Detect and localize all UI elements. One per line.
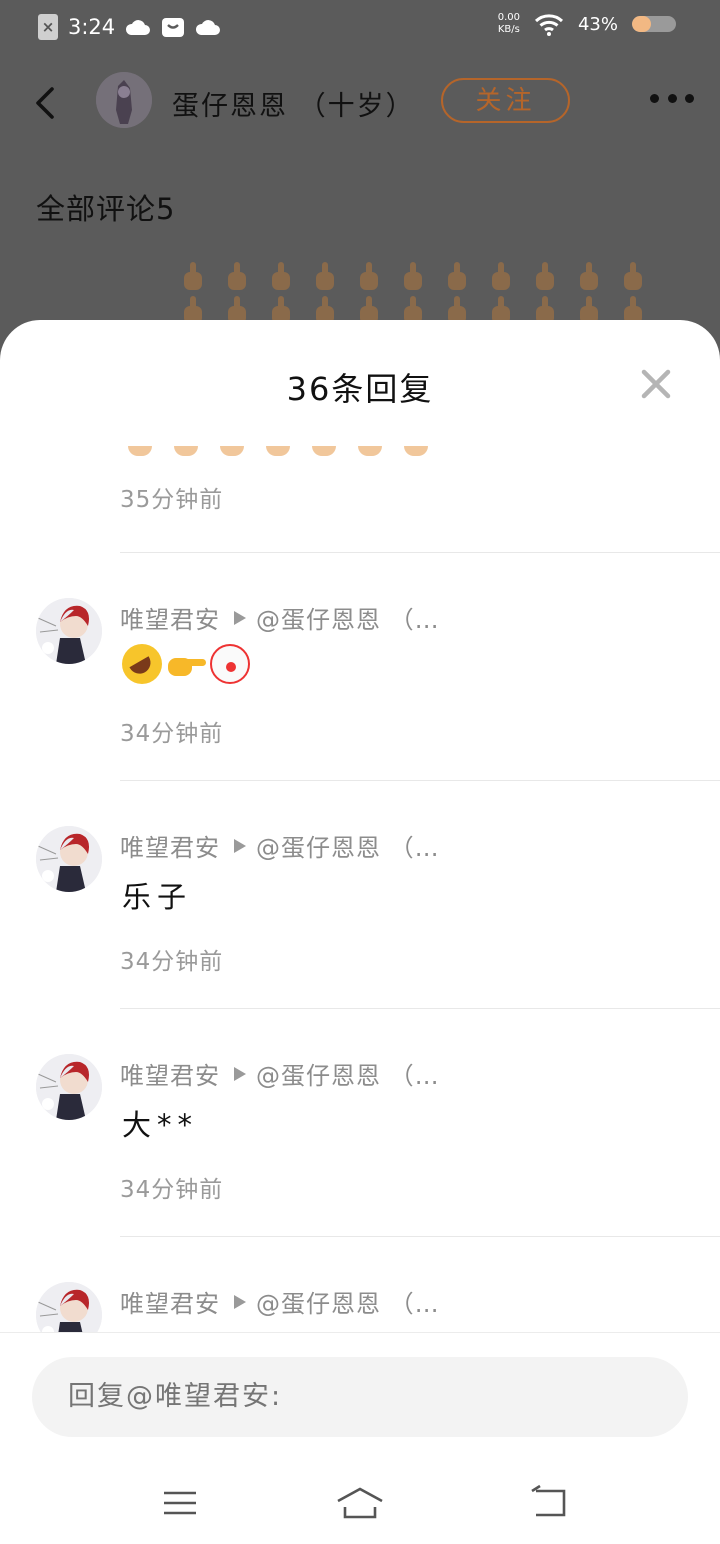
reply-username[interactable]: 唯望君安 [120, 1056, 220, 1091]
avatar[interactable] [36, 1054, 102, 1120]
cloud-icon [126, 20, 151, 35]
net-speed-value: 0.00 [497, 12, 520, 23]
middle-finger-emoji [314, 262, 336, 292]
middle-finger-emoji [358, 262, 380, 292]
reply-target[interactable]: @蛋仔恩恩 （… [256, 828, 440, 863]
reply-target[interactable]: @蛋仔恩恩 （… [256, 1056, 440, 1091]
reply-timestamp: 34分钟前 [120, 1177, 224, 1203]
reply-header: 唯望君安 @蛋仔恩恩 （… [120, 600, 440, 635]
author-avatar[interactable] [96, 72, 152, 128]
reply-timestamp: 34分钟前 [120, 949, 224, 975]
middle-finger-emoji [578, 262, 600, 292]
reply-item[interactable]: 唯望君安 @蛋仔恩恩 （… 大** 34分钟前 [0, 1008, 720, 1236]
reply-input[interactable] [32, 1357, 688, 1437]
middle-finger-emoji [402, 262, 424, 292]
more-options-icon[interactable] [650, 94, 694, 106]
all-comments-count: 全部评论5 [36, 192, 176, 226]
battery-level [632, 16, 651, 32]
author-name[interactable]: 蛋仔恩恩 （十岁） [172, 84, 415, 123]
reply-text: 大** [122, 1108, 199, 1142]
wifi-icon [534, 14, 564, 36]
no-sim-icon: × [38, 14, 58, 40]
pointing-right-emoji [166, 644, 206, 684]
reply-content-emojis [122, 644, 250, 684]
back-return-icon[interactable] [528, 1483, 568, 1523]
rolling-laughing-emoji [122, 644, 162, 684]
reply-username[interactable]: 唯望君安 [120, 1284, 220, 1319]
middle-finger-emoji [446, 262, 468, 292]
battery-icon [632, 16, 676, 32]
cloud-icon [196, 20, 221, 35]
back-arrow-icon[interactable] [32, 86, 62, 120]
middle-finger-emoji [226, 262, 248, 292]
reply-header: 唯望君安 @蛋仔恩恩 （… [120, 828, 440, 863]
middle-finger-emoji [622, 262, 644, 292]
middle-finger-emoji [182, 262, 204, 292]
reply-header: 唯望君安 @蛋仔恩恩 （… [120, 1284, 440, 1319]
reply-item[interactable]: 唯望君安 @蛋仔恩恩 （… 34分钟前 [0, 552, 720, 780]
reply-text: 乐子 [122, 880, 193, 914]
reply-username[interactable]: 唯望君安 [120, 828, 220, 863]
reply-arrow-icon [234, 838, 246, 853]
clock: 3:24 [68, 15, 116, 39]
reply-composer [0, 1332, 720, 1544]
reply-timestamp: 35分钟前 [120, 487, 224, 513]
avatar[interactable] [36, 598, 102, 664]
reply-arrow-icon [234, 610, 246, 625]
clown-face-emoji [210, 644, 250, 684]
follow-button[interactable]: 关注 [441, 78, 570, 123]
menu-icon[interactable] [160, 1483, 200, 1523]
reply-arrow-icon [234, 1066, 246, 1081]
middle-finger-emoji [490, 262, 512, 292]
reply-item[interactable]: 唯望君安 @蛋仔恩恩 （… 乐子 34分钟前 [0, 780, 720, 1008]
reply-target[interactable]: @蛋仔恩恩 （… [256, 600, 440, 635]
net-speed: 0.00 KB/s [498, 12, 520, 36]
reply-target[interactable]: @蛋仔恩恩 （… [256, 1284, 440, 1319]
close-icon[interactable] [640, 368, 672, 400]
post-header: 蛋仔恩恩 （十岁） 关注 [0, 70, 720, 130]
notification-bag-icon [162, 18, 185, 37]
middle-finger-emoji [534, 262, 556, 292]
home-icon[interactable] [336, 1483, 384, 1523]
net-speed-unit: KB/s [497, 24, 520, 35]
reply-username[interactable]: 唯望君安 [120, 600, 220, 635]
battery-percent: 43% [577, 13, 618, 35]
system-nav-bar [0, 1473, 720, 1533]
reply-timestamp: 34分钟前 [120, 721, 224, 747]
avatar[interactable] [36, 826, 102, 892]
reply-arrow-icon [234, 1294, 246, 1309]
reply-header: 唯望君安 @蛋仔恩恩 （… [120, 1056, 440, 1091]
middle-finger-emoji [270, 262, 292, 292]
status-bar: × 3:24 0.00 KB/s 43% [0, 0, 720, 56]
partial-reply-emojis [128, 446, 428, 456]
sheet-title: 36条回复 [286, 370, 434, 408]
